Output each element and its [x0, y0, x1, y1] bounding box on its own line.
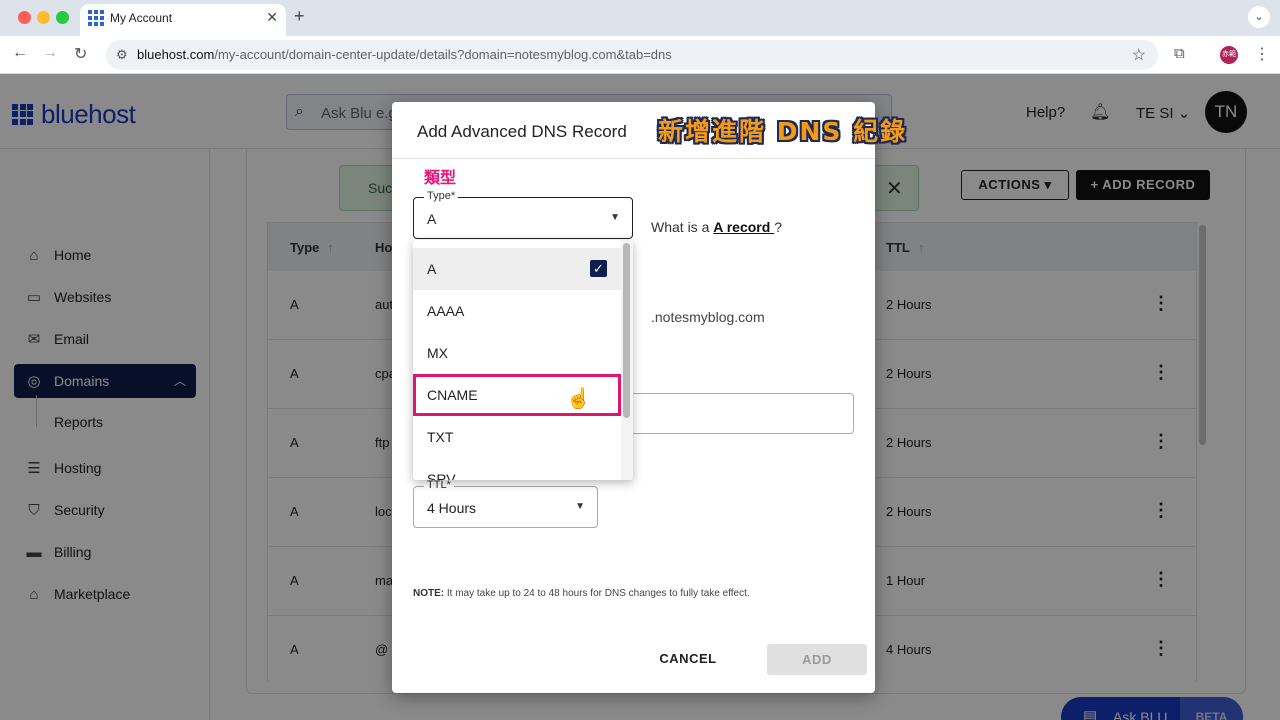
- ttl-value: 4 Hours: [427, 500, 477, 516]
- ttl-label: TTL*: [424, 479, 454, 491]
- type-option-srv[interactable]: SRV: [413, 458, 621, 480]
- cancel-button[interactable]: CANCEL: [656, 644, 720, 674]
- record-help-text: What is a A record ?: [651, 219, 782, 235]
- window-minimize-button[interactable]: [37, 11, 50, 24]
- points-to-input[interactable]: [632, 393, 854, 434]
- new-tab-button[interactable]: +: [294, 6, 305, 27]
- bluehost-favicon-icon: [88, 10, 104, 26]
- a-record-link[interactable]: A record: [713, 219, 774, 235]
- browser-tab-strip: My Account ✕ + ⌄: [0, 0, 1280, 36]
- annotation-title: 新增進階 DNS 紀錄: [658, 117, 908, 146]
- reload-icon[interactable]: ↻: [74, 44, 87, 64]
- site-info-icon[interactable]: ⚙: [116, 47, 128, 63]
- bookmark-star-icon[interactable]: ☆: [1132, 45, 1146, 65]
- modal-title: Add Advanced DNS Record: [417, 122, 627, 141]
- ttl-select[interactable]: TTL* 4 Hours ▼: [413, 479, 598, 528]
- browser-tab[interactable]: My Account ✕: [80, 4, 286, 36]
- caret-down-icon: ▼: [610, 212, 620, 223]
- url-text: bluehost.com/my-account/domain-center-up…: [137, 47, 672, 62]
- tab-title: My Account: [110, 11, 173, 25]
- type-option-a[interactable]: A ✓: [413, 248, 621, 290]
- back-arrow-icon[interactable]: ←: [12, 44, 28, 62]
- type-dropdown-menu: A ✓ AAAA MX CNAME ☝ TXT SRV: [413, 240, 633, 480]
- window-zoom-button[interactable]: [56, 11, 69, 24]
- hand-pointer-icon: ☝: [566, 388, 591, 410]
- browser-menu-icon[interactable]: ⋮: [1254, 44, 1270, 64]
- type-value: A: [427, 211, 437, 227]
- type-option-cname[interactable]: CNAME ☝: [413, 374, 621, 416]
- add-dns-record-modal: Add Advanced DNS Record 新增進階 DNS 紀錄 類型 T…: [392, 102, 905, 693]
- dns-note: NOTE: It may take up to 24 to 48 hours f…: [413, 588, 750, 599]
- add-button[interactable]: ADD: [767, 644, 867, 675]
- tab-search-icon[interactable]: ⌄: [1248, 6, 1270, 28]
- forward-arrow-icon[interactable]: →: [42, 44, 58, 62]
- annotation-type: 類型: [424, 168, 457, 187]
- checkbox-checked-icon: ✓: [590, 260, 607, 277]
- type-option-mx[interactable]: MX: [413, 332, 621, 374]
- extensions-puzzle-icon[interactable]: ⧉: [1174, 45, 1185, 62]
- caret-down-icon: ▼: [575, 501, 585, 512]
- dropdown-scrollbar[interactable]: [623, 243, 630, 418]
- address-bar[interactable]: ⚙ bluehost.com/my-account/domain-center-…: [106, 40, 1158, 70]
- profile-avatar-icon[interactable]: 赤範: [1220, 46, 1238, 64]
- type-label: Type*: [424, 190, 459, 202]
- tab-close-icon[interactable]: ✕: [266, 9, 278, 26]
- browser-toolbar: ← → ↻ ⚙ bluehost.com/my-account/domain-c…: [0, 36, 1280, 74]
- window-close-button[interactable]: [18, 11, 31, 24]
- type-select[interactable]: Type* A ▼: [413, 190, 633, 239]
- type-option-txt[interactable]: TXT: [413, 416, 621, 458]
- modal-header-divider: [392, 158, 875, 159]
- type-option-aaaa[interactable]: AAAA: [413, 290, 621, 332]
- domain-suffix: .notesmyblog.com: [651, 309, 765, 325]
